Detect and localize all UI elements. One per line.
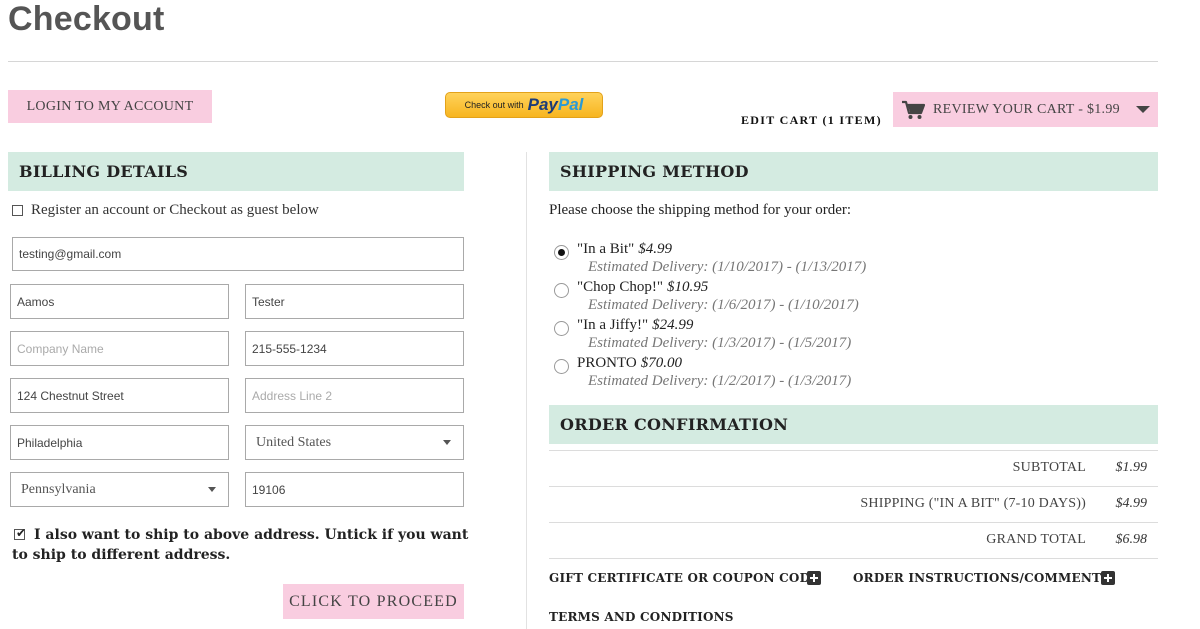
shipping-option-name: PRONTO [577, 355, 637, 371]
state-select[interactable]: Pennsylvania [10, 472, 229, 507]
summary-value: $6.98 [1115, 532, 1148, 547]
plus-icon[interactable] [807, 571, 821, 585]
column-divider [526, 152, 527, 629]
zip-field[interactable]: 19106 [245, 472, 464, 507]
review-cart-label: REVIEW YOUR CART - $1.99 [933, 101, 1120, 117]
page-title: Checkout [8, 0, 165, 38]
email-field[interactable]: testing@gmail.com [12, 237, 464, 271]
shipping-option-name: "Chop Chop!" [577, 279, 664, 295]
shipping-option-price: $24.99 [652, 317, 694, 333]
chevron-down-icon [443, 440, 451, 445]
ship-to-same-address-label: I also want to ship to above address. Un… [12, 527, 469, 563]
summary-divider [549, 558, 1158, 559]
shipping-option-estimate: Estimated Delivery: (1/6/2017) - (1/10/2… [588, 297, 859, 313]
paypal-logo-pay: Pay [527, 95, 558, 114]
shipping-option-estimate: Estimated Delivery: (1/2/2017) - (1/3/20… [588, 373, 852, 389]
shipping-option-name: "In a Bit" [577, 241, 635, 257]
ship-to-same-address-checkbox[interactable]: ✔ [14, 526, 27, 540]
order-confirmation-heading: ORDER CONFIRMATION [549, 405, 1158, 444]
address-line-2-field[interactable]: Address Line 2 [245, 378, 464, 413]
paypal-logo-pal: Pal [557, 95, 584, 114]
cart-icon [901, 100, 926, 120]
last-name-field[interactable]: Tester [245, 284, 464, 319]
order-summary-row: SUBTOTAL $1.99 [549, 450, 1158, 486]
summary-value: $1.99 [1115, 460, 1148, 475]
summary-label: SUBTOTAL [1012, 460, 1086, 475]
shipping-intro-text: Please choose the shipping method for yo… [549, 202, 852, 218]
order-instructions-toggle[interactable]: ORDER INSTRUCTIONS/COMMENTS [853, 571, 1110, 585]
plus-icon[interactable] [1101, 571, 1115, 585]
order-summary-row: SHIPPING ("IN A BIT" (7-10 DAYS)) $4.99 [549, 486, 1158, 522]
shipping-option-estimate: Estimated Delivery: (1/10/2017) - (1/13/… [588, 259, 867, 275]
shipping-option-estimate: Estimated Delivery: (1/3/2017) - (1/5/20… [588, 335, 852, 351]
register-account-checkbox[interactable] [12, 205, 23, 216]
terms-and-conditions-link[interactable]: TERMS AND CONDITIONS [549, 610, 734, 624]
chevron-down-icon [1135, 106, 1150, 113]
state-select-value: Pennsylvania [21, 481, 96, 497]
register-account-label: Register an account or Checkout as guest… [31, 202, 319, 218]
order-summary-row: GRAND TOTAL $6.98 [549, 522, 1158, 558]
phone-field[interactable]: 215-555-1234 [245, 331, 464, 366]
shipping-option-price: $4.99 [638, 241, 672, 257]
summary-label: GRAND TOTAL [986, 532, 1086, 547]
summary-value: $4.99 [1115, 496, 1148, 511]
chevron-down-icon [208, 487, 216, 492]
checkmark-icon: ✔ [16, 526, 27, 540]
shipping-option-price: $70.00 [640, 355, 682, 371]
company-field[interactable]: Company Name [10, 331, 229, 366]
summary-label: SHIPPING ("IN A BIT" (7-10 DAYS)) [860, 496, 1086, 511]
paypal-logo: PayPal [528, 95, 584, 115]
shipping-option-radio[interactable] [554, 359, 569, 374]
country-select[interactable]: United States [245, 425, 464, 460]
shipping-option-name: "In a Jiffy!" [577, 317, 649, 333]
shipping-option-price: $10.95 [667, 279, 709, 295]
paypal-checkout-button[interactable]: Check out with PayPal [445, 92, 603, 118]
shipping-option-radio[interactable] [554, 245, 569, 260]
paypal-caption: Check out with [464, 100, 524, 110]
login-button[interactable]: LOGIN TO MY ACCOUNT [8, 90, 212, 123]
billing-details-heading: BILLING DETAILS [8, 152, 464, 191]
title-divider [8, 61, 1158, 62]
coupon-code-toggle[interactable]: GIFT CERTIFICATE OR COUPON CODE [549, 571, 820, 585]
shipping-method-heading: SHIPPING METHOD [549, 152, 1158, 191]
city-field[interactable]: Philadelphia [10, 425, 229, 460]
review-cart-button[interactable]: REVIEW YOUR CART - $1.99 [893, 92, 1158, 127]
first-name-field[interactable]: Aamos [10, 284, 229, 319]
shipping-option-radio[interactable] [554, 321, 569, 336]
proceed-button[interactable]: CLICK TO PROCEED [283, 584, 464, 619]
country-select-value: United States [256, 434, 332, 450]
edit-cart-link[interactable]: EDIT CART (1 ITEM) [741, 113, 882, 128]
address-line-1-field[interactable]: 124 Chestnut Street [10, 378, 229, 413]
shipping-option-radio[interactable] [554, 283, 569, 298]
